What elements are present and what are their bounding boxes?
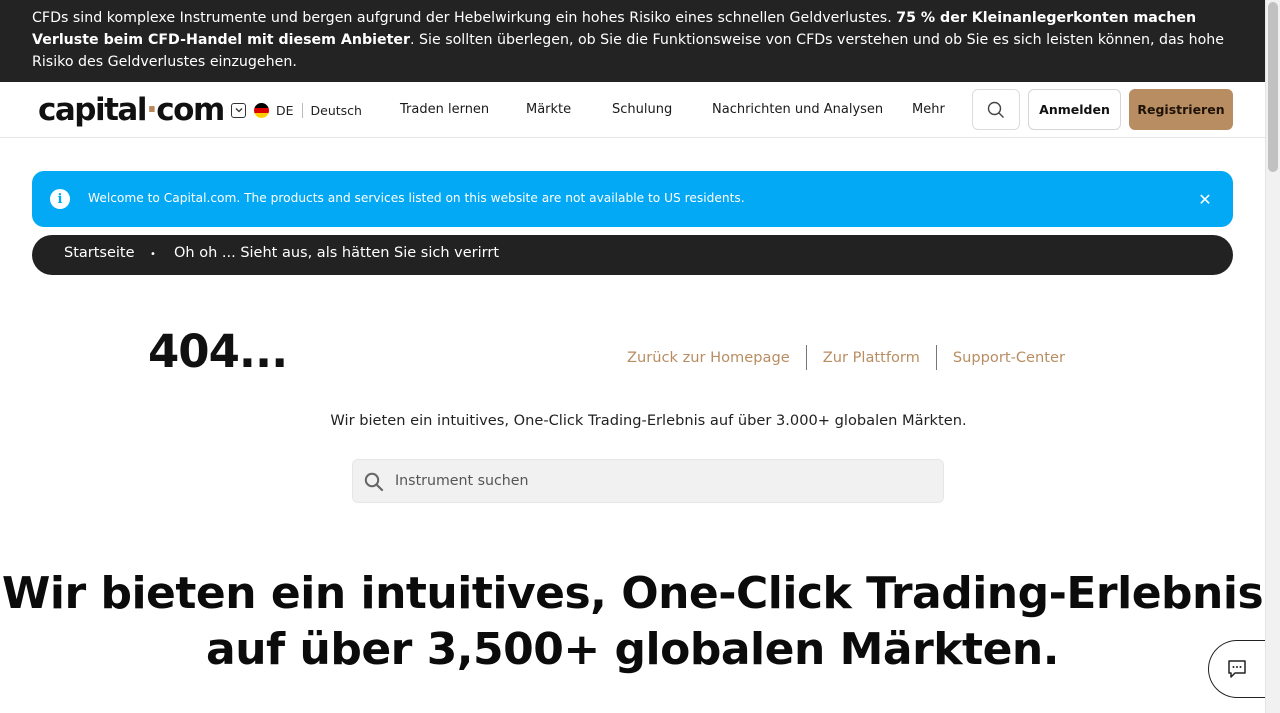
us-residents-notice: i Welcome to Capital.com. The products a… xyxy=(32,171,1233,227)
chat-button[interactable] xyxy=(1208,640,1265,698)
header-search-button[interactable] xyxy=(972,89,1020,130)
risk-text-start: CFDs sind komplexe Instrumente und berge… xyxy=(32,10,897,26)
breadcrumb-home-link[interactable]: Startseite xyxy=(64,245,135,261)
link-divider xyxy=(805,345,807,370)
breadcrumb: Startseite • Oh oh ... Sieht aus, als hä… xyxy=(32,235,1233,275)
search-icon xyxy=(987,101,1004,118)
instrument-search xyxy=(352,459,944,503)
risk-warning-banner: CFDs sind komplexe Instrumente und berge… xyxy=(0,0,1265,82)
breadcrumb-current: Oh oh ... Sieht aus, als hätten Sie sich… xyxy=(174,245,500,261)
register-button[interactable]: Registrieren xyxy=(1129,89,1233,130)
search-icon xyxy=(364,472,384,492)
page-scrollbar[interactable] xyxy=(1265,0,1280,713)
language-divider xyxy=(301,102,303,118)
page: CFDs sind komplexe Instrumente und berge… xyxy=(0,0,1265,713)
to-platform-link[interactable]: Zur Plattform xyxy=(823,349,920,366)
chat-bubble-icon xyxy=(1228,660,1246,678)
site-header: capital·com DE Deutsch Traden lernen Mär… xyxy=(0,82,1265,138)
capital-com-logo[interactable]: capital·com xyxy=(38,92,225,128)
info-icon: i xyxy=(50,189,70,209)
login-button[interactable]: Anmelden xyxy=(1028,89,1121,130)
language-name: Deutsch xyxy=(310,102,362,118)
logo-dot: · xyxy=(145,92,158,128)
error-code-heading: 404... xyxy=(148,325,288,378)
language-selector[interactable]: DE Deutsch xyxy=(231,101,362,119)
back-to-homepage-link[interactable]: Zurück zur Homepage xyxy=(627,349,790,366)
nav-item-schulung[interactable]: Schulung xyxy=(612,102,672,118)
instrument-search-input[interactable] xyxy=(395,460,925,502)
nav-item-traden-lernen[interactable]: Traden lernen xyxy=(400,102,489,118)
nav-item-nachrichten[interactable]: Nachrichten und Analysen xyxy=(712,102,883,118)
chevron-down-icon[interactable] xyxy=(231,102,246,118)
scrollbar-thumb[interactable] xyxy=(1268,2,1278,172)
headline-line-2: auf über 3,500+ globalen Märkten. xyxy=(206,624,1059,675)
nav-item-mehr[interactable]: Mehr xyxy=(912,102,945,118)
main-headline: Wir bieten ein intuitives, One-Click Tra… xyxy=(0,566,1265,678)
link-divider xyxy=(935,345,937,370)
logo-text-right: com xyxy=(156,92,225,128)
error-links: Zurück zur Homepage Zur Plattform Suppor… xyxy=(627,345,1065,370)
language-code: DE xyxy=(276,102,294,118)
nav-item-maerkte[interactable]: Märkte xyxy=(526,102,571,118)
intro-text: Wir bieten ein intuitives, One-Click Tra… xyxy=(330,412,967,429)
close-icon[interactable]: ✕ xyxy=(1197,188,1213,210)
breadcrumb-separator: • xyxy=(150,249,156,260)
support-center-link[interactable]: Support-Center xyxy=(953,349,1065,366)
headline-line-1: Wir bieten ein intuitives, One-Click Tra… xyxy=(1,568,1264,619)
logo-text-left: capital xyxy=(38,92,147,128)
german-flag-icon xyxy=(254,102,269,118)
notice-text: Welcome to Capital.com. The products and… xyxy=(88,191,745,205)
